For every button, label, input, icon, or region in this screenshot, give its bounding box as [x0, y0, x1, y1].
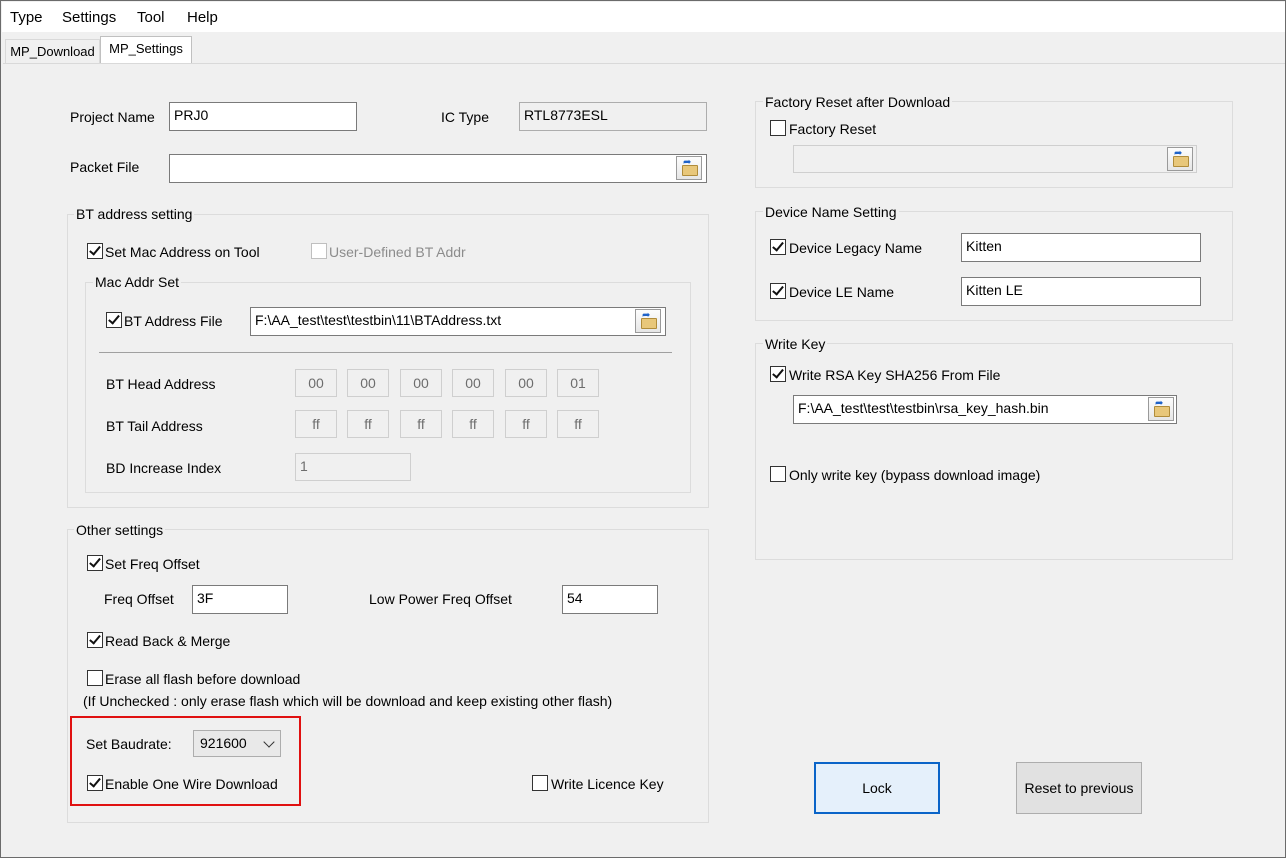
- device-legacy-name-input[interactable]: Kitten: [961, 233, 1201, 262]
- bt-address-group-title: BT address setting: [74, 206, 195, 222]
- device-le-name-checkbox[interactable]: [770, 283, 786, 299]
- bt-tail-byte-1[interactable]: ff: [295, 410, 337, 438]
- factory-reset-title: Factory Reset after Download: [763, 94, 953, 110]
- ic-type-label: IC Type: [441, 109, 489, 125]
- set-mac-label: Set Mac Address on Tool: [105, 244, 260, 260]
- user-defined-bt-label: User-Defined BT Addr: [329, 244, 466, 260]
- bt-tail-byte-6[interactable]: ff: [557, 410, 599, 438]
- mac-addr-set-title: Mac Addr Set: [93, 274, 182, 290]
- menu-settings[interactable]: Settings: [62, 9, 116, 26]
- check-icon: [89, 555, 101, 568]
- erase-all-flash-label: Erase all flash before download: [105, 671, 301, 687]
- erase-note: (If Unchecked : only erase flash which w…: [83, 693, 613, 709]
- bt-tail-byte-3[interactable]: ff: [400, 410, 442, 438]
- app-window: Type Settings Tool Help MP_Download MP_S…: [0, 0, 1286, 858]
- tab-mp-settings[interactable]: MP_Settings: [100, 36, 192, 64]
- red-highlight-box: [70, 716, 301, 806]
- menu-type[interactable]: Type: [10, 9, 43, 26]
- project-name-input[interactable]: PRJ0: [169, 102, 357, 131]
- check-icon: [772, 283, 784, 296]
- bt-tail-byte-2[interactable]: ff: [347, 410, 389, 438]
- folder-icon: [1154, 406, 1170, 417]
- set-freq-offset-label: Set Freq Offset: [105, 556, 200, 572]
- device-legacy-name-checkbox[interactable]: [770, 239, 786, 255]
- device-le-name-input[interactable]: Kitten LE: [961, 277, 1201, 306]
- lock-button[interactable]: Lock: [814, 762, 940, 814]
- freq-offset-label: Freq Offset: [104, 591, 174, 607]
- bt-tail-byte-4[interactable]: ff: [452, 410, 494, 438]
- bt-tail-address-label: BT Tail Address: [106, 418, 203, 434]
- write-key-title: Write Key: [763, 336, 828, 352]
- tab-strip: MP_Download MP_Settings: [2, 32, 1285, 64]
- packet-file-label: Packet File: [70, 159, 140, 175]
- rsa-key-path-input[interactable]: F:\AA_test\test\testbin\rsa_key_hash.bin: [793, 395, 1177, 424]
- separator: [99, 352, 672, 353]
- erase-all-flash-checkbox[interactable]: [87, 670, 103, 686]
- menu-bar: Type Settings Tool Help: [2, 2, 1285, 32]
- write-rsa-key-checkbox[interactable]: [770, 366, 786, 382]
- factory-reset-path-input[interactable]: [793, 145, 1197, 173]
- bt-head-byte-5[interactable]: 00: [505, 369, 547, 397]
- read-back-merge-label: Read Back & Merge: [105, 633, 231, 649]
- check-icon: [772, 239, 784, 252]
- menu-help[interactable]: Help: [187, 9, 218, 26]
- read-back-merge-checkbox[interactable]: [87, 632, 103, 648]
- freq-offset-input[interactable]: 3F: [192, 585, 288, 614]
- folder-icon: [641, 318, 657, 329]
- bt-head-address-label: BT Head Address: [106, 376, 216, 392]
- bt-address-file-input[interactable]: F:\AA_test\test\testbin\11\BTAddress.txt: [250, 307, 666, 336]
- folder-icon: [682, 165, 698, 176]
- bt-head-byte-3[interactable]: 00: [400, 369, 442, 397]
- folder-icon: [1173, 156, 1189, 167]
- set-freq-offset-checkbox[interactable]: [87, 555, 103, 571]
- reset-to-previous-button[interactable]: Reset to previous: [1016, 762, 1142, 814]
- set-mac-checkbox[interactable]: [87, 243, 103, 259]
- tab-mp-download[interactable]: MP_Download: [5, 39, 100, 64]
- rsa-key-browse-button[interactable]: ➦: [1148, 397, 1174, 421]
- device-legacy-name-label: Device Legacy Name: [789, 240, 923, 256]
- only-write-key-checkbox[interactable]: [770, 466, 786, 482]
- settings-panel: Project Name PRJ0 IC Type RTL8773ESL Pac…: [3, 63, 1285, 857]
- menu-tool[interactable]: Tool: [137, 9, 165, 26]
- low-power-freq-offset-label: Low Power Freq Offset: [369, 591, 512, 607]
- user-defined-bt-checkbox[interactable]: [311, 243, 327, 259]
- bt-address-file-checkbox[interactable]: [106, 312, 122, 328]
- other-settings-title: Other settings: [74, 522, 166, 538]
- bd-increase-index-input[interactable]: 1: [295, 453, 411, 481]
- low-power-freq-offset-input[interactable]: 54: [562, 585, 658, 614]
- only-write-key-label: Only write key (bypass download image): [789, 467, 1041, 483]
- check-icon: [89, 632, 101, 645]
- check-icon: [89, 243, 101, 256]
- check-icon: [108, 312, 120, 325]
- project-name-label: Project Name: [70, 109, 155, 125]
- factory-reset-checkbox[interactable]: [770, 120, 786, 136]
- bt-head-byte-2[interactable]: 00: [347, 369, 389, 397]
- device-le-name-label: Device LE Name: [789, 284, 895, 300]
- check-icon: [772, 366, 784, 379]
- bt-tail-byte-5[interactable]: ff: [505, 410, 547, 438]
- factory-reset-browse-button[interactable]: ➦: [1167, 147, 1193, 171]
- bt-head-byte-6[interactable]: 01: [557, 369, 599, 397]
- bt-head-byte-1[interactable]: 00: [295, 369, 337, 397]
- write-rsa-key-label: Write RSA Key SHA256 From File: [789, 367, 1001, 383]
- packet-file-input[interactable]: [169, 154, 707, 183]
- factory-reset-label: Factory Reset: [789, 121, 877, 137]
- write-licence-key-checkbox[interactable]: [532, 775, 548, 791]
- write-licence-key-label: Write Licence Key: [551, 776, 664, 792]
- ic-type-field: RTL8773ESL: [519, 102, 707, 131]
- bt-address-file-label: BT Address File: [124, 313, 223, 329]
- device-name-title: Device Name Setting: [763, 204, 899, 220]
- bd-increase-index-label: BD Increase Index: [106, 460, 222, 476]
- packet-file-browse-button[interactable]: ➦: [676, 156, 702, 180]
- bt-head-byte-4[interactable]: 00: [452, 369, 494, 397]
- bt-address-file-browse-button[interactable]: ➦: [635, 309, 661, 333]
